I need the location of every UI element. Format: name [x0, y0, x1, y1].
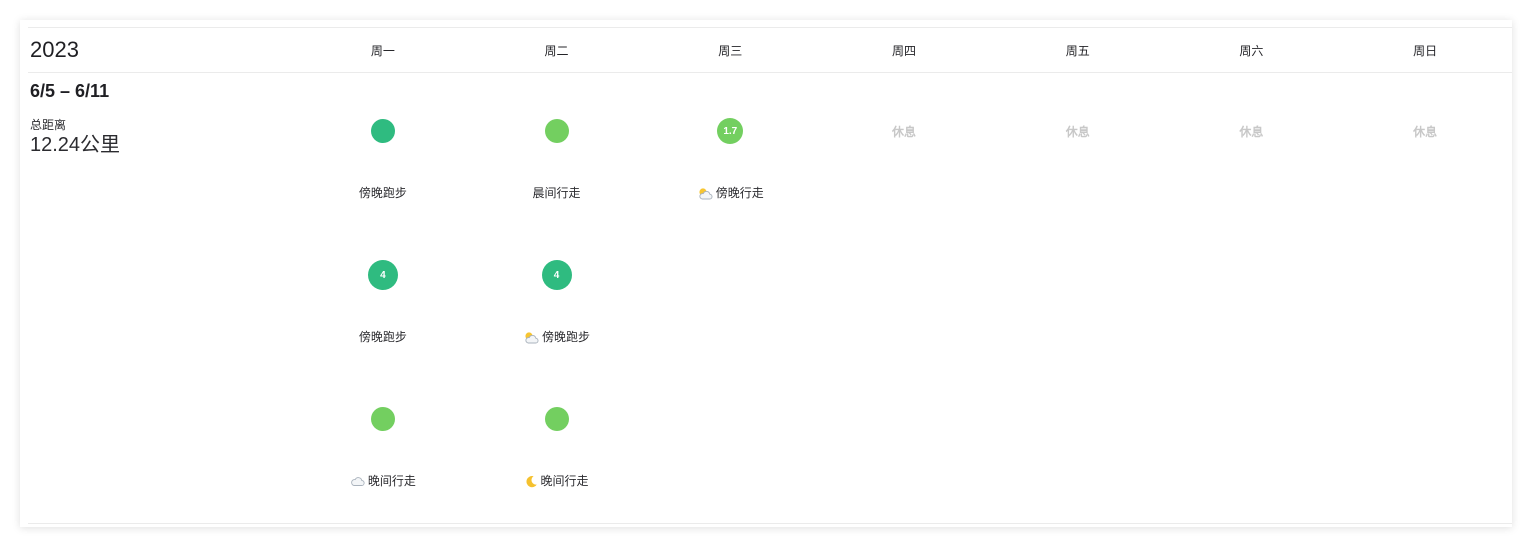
activity-dot-area — [470, 361, 644, 477]
activity-dot-area — [470, 73, 644, 189]
weekday-header-fri: 周五 — [1065, 43, 1090, 58]
week-range: 6/5 – 6/11 — [30, 81, 110, 101]
day-cell-thu: 休息 — [817, 73, 991, 523]
weekday-header-sun: 周日 — [1413, 43, 1438, 58]
activity-title[interactable]: 傍晚跑步 — [296, 329, 470, 345]
activity-title-text: 傍晚跑步 — [542, 330, 591, 344]
weekday-header-tue: 周二 — [544, 43, 569, 58]
year-label: 2023 — [30, 37, 79, 62]
activity-title[interactable]: 晨间行走 — [470, 185, 644, 201]
weekday-header-wed: 周三 — [718, 43, 743, 58]
day-cell-mon: 傍晚跑步 4 傍晚跑步 晚间行走 — [296, 73, 470, 523]
moon-icon — [525, 475, 538, 488]
activity-title[interactable]: 晚间行走 — [470, 473, 644, 489]
activity-title[interactable]: 晚间行走 — [296, 473, 470, 489]
activity-item[interactable]: 4 傍晚跑步 — [296, 217, 470, 361]
activity-title-text: 晨间行走 — [532, 186, 581, 200]
day-cell-fri: 休息 — [991, 73, 1165, 523]
activity-dot[interactable]: 4 — [367, 260, 398, 290]
activity-title-text: 晚间行走 — [540, 474, 589, 488]
activity-item[interactable]: 傍晚跑步 — [296, 73, 470, 217]
activity-item[interactable]: 晚间行走 — [470, 361, 644, 505]
weekday-header: 2023 周一 周二 周三 周四 周五 周六 周日 — [28, 28, 1512, 73]
total-distance-value: 12.24公里 — [30, 134, 121, 156]
activity-title-text: 傍晚跑步 — [358, 186, 407, 200]
activity-title-text: 晚间行走 — [367, 474, 416, 488]
distance-badge: 4 — [380, 269, 386, 281]
activity-item[interactable]: 晚间行走 — [296, 361, 470, 505]
activity-dot[interactable] — [544, 407, 569, 431]
day-cell-sat: 休息 — [1165, 73, 1339, 523]
training-log-card: 2023 周一 周二 周三 周四 周五 周六 周日 6/5 – 6/11 总距离… — [20, 20, 1512, 527]
activity-dot[interactable]: 4 — [541, 260, 572, 290]
activity-dot[interactable] — [370, 407, 395, 431]
activity-dot[interactable] — [370, 119, 395, 143]
training-log: 2023 周一 周二 周三 周四 周五 周六 周日 6/5 – 6/11 总距离… — [28, 27, 1512, 524]
day-cell-sun: 休息 — [1338, 73, 1512, 523]
activity-dot-area — [296, 361, 470, 477]
activity-title-text: 傍晚行走 — [715, 186, 764, 200]
activity-title[interactable]: 傍晚跑步 — [470, 329, 644, 345]
distance-badge: 1.7 — [723, 125, 738, 137]
activity-dot[interactable]: 1.7 — [717, 118, 744, 144]
week-summary: 6/5 – 6/11 总距离 12.24公里 — [28, 73, 296, 523]
weekday-header-thu: 周四 — [891, 43, 916, 58]
rest-day-label: 休息 — [1065, 124, 1090, 139]
activity-title-text: 傍晚跑步 — [358, 330, 407, 344]
activity-item[interactable]: 晨间行走 — [470, 73, 644, 217]
day-cell-tue: 晨间行走 4 傍晚跑步 晚间行走 — [470, 73, 644, 523]
rest-day-label: 休息 — [1413, 124, 1438, 139]
weekday-header-mon: 周一 — [370, 43, 395, 58]
rest-day-label: 休息 — [1239, 124, 1264, 139]
activity-dot-area: 4 — [470, 217, 644, 333]
partly-cloudy-icon — [523, 331, 539, 344]
distance-badge: 4 — [553, 269, 560, 281]
activity-dot-area: 4 — [296, 217, 470, 333]
total-distance-label: 总距离 — [30, 118, 67, 132]
activity-item[interactable]: 4 傍晚跑步 — [470, 217, 644, 361]
activity-title[interactable]: 傍晚跑步 — [296, 185, 470, 201]
activity-dot[interactable] — [544, 119, 569, 143]
activity-item[interactable]: 1.7 傍晚行走 — [643, 73, 817, 217]
activity-dot-area — [296, 73, 470, 189]
activity-dot-area: 1.7 — [643, 73, 817, 189]
partly-cloudy-icon — [697, 187, 713, 200]
rest-day-label: 休息 — [891, 124, 916, 139]
activity-title[interactable]: 傍晚行走 — [643, 185, 817, 201]
cloud-icon — [350, 475, 365, 487]
day-cell-wed: 1.7 傍晚行走 — [643, 73, 817, 523]
weekday-header-sat: 周六 — [1239, 43, 1264, 58]
week-row: 6/5 – 6/11 总距离 12.24公里 傍晚跑步 4 傍晚跑步 晚间行走 … — [28, 73, 1512, 523]
